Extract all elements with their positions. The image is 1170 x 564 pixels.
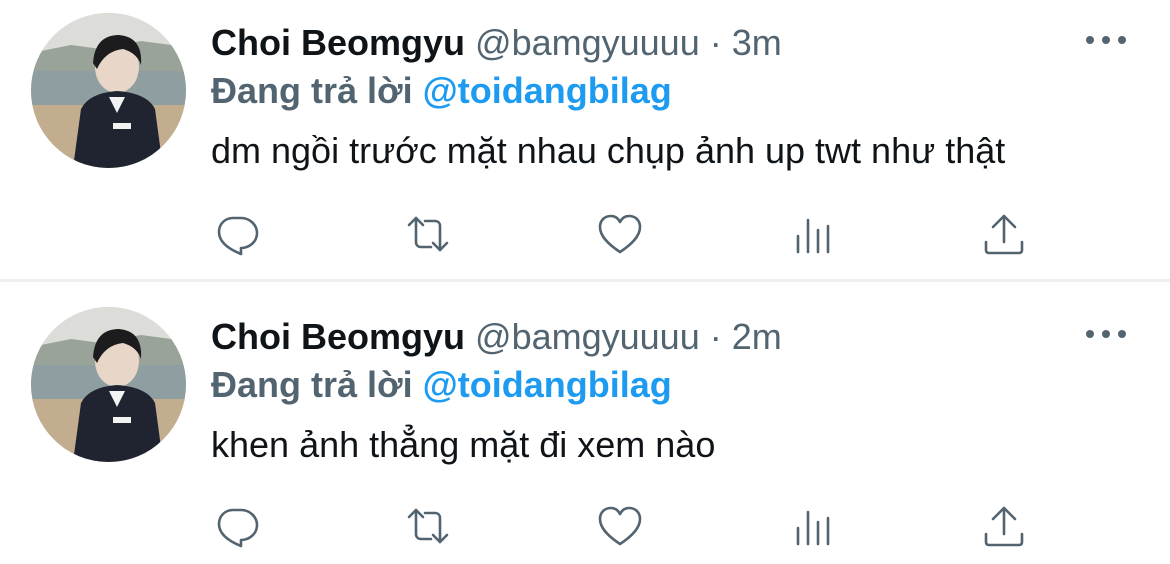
reply-button[interactable] bbox=[209, 206, 265, 262]
user-handle[interactable]: @bamgyuuuu bbox=[475, 22, 700, 63]
tweet-text: khen ảnh thẳng mặt đi xem nào bbox=[211, 424, 716, 465]
analytics-button[interactable] bbox=[785, 498, 841, 554]
replying-to-line: Đang trả lời @toidangbilag bbox=[211, 363, 672, 407]
dot-icon bbox=[1102, 330, 1110, 338]
more-options-icon[interactable] bbox=[1086, 30, 1126, 50]
dot-icon bbox=[1102, 36, 1110, 44]
avatar-photo bbox=[31, 13, 186, 168]
tweet-text: dm ngồi trước mặt nhau chụp ảnh up twt n… bbox=[211, 130, 1006, 171]
user-handle[interactable]: @bamgyuuuu bbox=[475, 316, 700, 357]
reply-icon bbox=[217, 508, 259, 548]
share-button[interactable] bbox=[976, 206, 1032, 262]
display-name[interactable]: Choi Beomgyu bbox=[211, 22, 465, 63]
analytics-icon bbox=[796, 510, 830, 546]
replying-to-mention[interactable]: @toidangbilag bbox=[423, 364, 672, 405]
dot-icon bbox=[1086, 36, 1094, 44]
dot-icon bbox=[1118, 36, 1126, 44]
like-button[interactable] bbox=[592, 498, 648, 554]
separator-dot: · bbox=[709, 316, 722, 357]
replying-to-label: Đang trả lời bbox=[211, 364, 413, 405]
dot-icon bbox=[1118, 330, 1126, 338]
analytics-icon bbox=[796, 218, 830, 254]
analytics-button[interactable] bbox=[785, 206, 841, 262]
replying-to-mention[interactable]: @toidangbilag bbox=[423, 70, 672, 111]
tweet-divider bbox=[0, 279, 1170, 282]
like-button[interactable] bbox=[592, 206, 648, 262]
tweet-header: Choi Beomgyu @bamgyuuuu · 2m bbox=[211, 315, 782, 359]
replying-to-line: Đang trả lời @toidangbilag bbox=[211, 69, 672, 113]
like-icon bbox=[598, 214, 642, 254]
retweet-icon bbox=[407, 216, 449, 252]
display-name[interactable]: Choi Beomgyu bbox=[211, 316, 465, 357]
reply-button[interactable] bbox=[209, 498, 265, 554]
avatar-photo bbox=[31, 307, 186, 462]
share-icon bbox=[984, 214, 1024, 255]
tweet-item[interactable]: Choi Beomgyu @bamgyuuuu · 3m Đang trả lờ… bbox=[0, 0, 1170, 280]
retweet-icon bbox=[407, 508, 449, 544]
share-icon bbox=[984, 506, 1024, 547]
avatar[interactable] bbox=[31, 13, 186, 168]
tweet-header: Choi Beomgyu @bamgyuuuu · 3m bbox=[211, 21, 782, 65]
retweet-button[interactable] bbox=[400, 498, 456, 554]
replying-to-label: Đang trả lời bbox=[211, 70, 413, 111]
tweet-item[interactable]: Choi Beomgyu @bamgyuuuu · 2m Đang trả lờ… bbox=[0, 283, 1170, 564]
share-button[interactable] bbox=[976, 498, 1032, 554]
separator-dot: · bbox=[709, 22, 722, 63]
dot-icon bbox=[1086, 330, 1094, 338]
more-options-icon[interactable] bbox=[1086, 324, 1126, 344]
timestamp[interactable]: 2m bbox=[732, 316, 782, 357]
timestamp[interactable]: 3m bbox=[732, 22, 782, 63]
avatar[interactable] bbox=[31, 307, 186, 462]
like-icon bbox=[598, 506, 642, 546]
reply-icon bbox=[217, 216, 259, 256]
retweet-button[interactable] bbox=[400, 206, 456, 262]
